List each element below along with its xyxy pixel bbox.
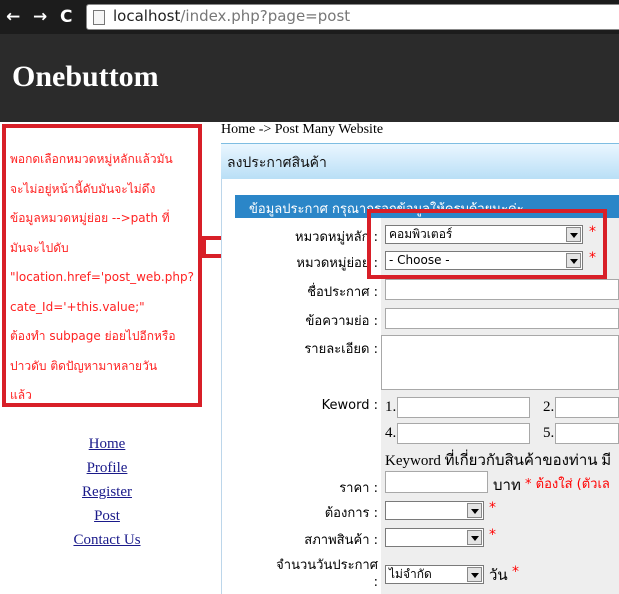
keyword-number: 2. bbox=[543, 399, 555, 415]
days-label: จำนวนวันประกาศ bbox=[276, 558, 378, 573]
required-mark: * bbox=[489, 500, 496, 516]
note-line: "location.href='post_web.php? bbox=[10, 270, 194, 284]
note-line: พอกดเลือกหมวดหมู่หลักแล้วมัน bbox=[10, 152, 173, 166]
back-button[interactable]: ← bbox=[6, 7, 20, 27]
breadcrumb: Home -> Post Many Website bbox=[221, 122, 384, 137]
keyword-input-5[interactable] bbox=[555, 423, 619, 444]
days-select[interactable]: ไม่จำกัด bbox=[385, 565, 484, 584]
address-bar[interactable]: localhost/index.php?page=post bbox=[86, 4, 619, 30]
menu-link-contact[interactable]: Contact Us bbox=[0, 528, 214, 552]
price-input[interactable] bbox=[385, 471, 488, 493]
days-value: ไม่จำกัด bbox=[389, 567, 432, 581]
chevron-down-icon bbox=[467, 530, 482, 545]
chevron-down-icon bbox=[467, 503, 482, 518]
note-line: ปาวดับ ติดปัญหามาหลายวัน bbox=[10, 358, 158, 373]
main-category-label: หมวดหมู่หลัก : bbox=[295, 230, 378, 245]
days-label-colon: : bbox=[373, 575, 378, 590]
summary-input[interactable] bbox=[385, 308, 619, 329]
keyword-label: Keword : bbox=[321, 398, 378, 413]
note-line: ต้องทำ subpage ย่อยไปอีกหรือ bbox=[10, 329, 176, 343]
panel-header: ลงประกาศสินค้า bbox=[221, 143, 619, 179]
menu-link-register[interactable]: Register bbox=[0, 480, 214, 504]
browser-toolbar: ← → C localhost/index.php?page=post bbox=[0, 0, 619, 34]
url-text: localhost/index.php?page=post bbox=[113, 7, 351, 25]
keyword-number: 4. bbox=[385, 425, 397, 441]
want-select[interactable] bbox=[385, 501, 484, 520]
note-line: ข้อมูลหมวดหมู่ย่อย -->path ที่ bbox=[10, 211, 170, 225]
price-required-note: * ต้องใส่ (ตัวเล bbox=[525, 477, 610, 492]
price-unit: บาท bbox=[493, 478, 521, 494]
note-line: มันจะไปดับ bbox=[10, 240, 69, 255]
sub-category-label: หมวดหมู่ย่อย : bbox=[296, 256, 378, 271]
detail-textarea[interactable] bbox=[381, 335, 619, 390]
note-line: cate_Id='+this.value;" bbox=[10, 299, 145, 314]
summary-label: ข้อความย่อ : bbox=[305, 314, 379, 329]
keyword-input-1[interactable] bbox=[397, 397, 530, 418]
detail-label: รายละเอียด : bbox=[304, 342, 378, 357]
condition-select[interactable] bbox=[385, 528, 484, 547]
site-header: Onebuttom bbox=[0, 34, 619, 122]
chevron-down-icon bbox=[467, 567, 482, 582]
keyword-number: 5. bbox=[543, 425, 555, 441]
menu-link-profile[interactable]: Profile bbox=[0, 456, 214, 480]
days-unit: วัน bbox=[489, 568, 508, 584]
keyword-hint: Keyword ที่เกี่ยวกับสินค้าของท่าน มี bbox=[385, 453, 612, 469]
keyword-input-4[interactable] bbox=[397, 423, 530, 444]
menu-link-post[interactable]: Post bbox=[0, 504, 214, 528]
required-mark: * bbox=[512, 564, 519, 580]
page-icon bbox=[93, 10, 105, 25]
panel-title: ลงประกาศสินค้า bbox=[227, 155, 327, 171]
required-mark: * bbox=[489, 527, 496, 543]
side-menu: Home Profile Register Post Contact Us bbox=[0, 432, 214, 552]
keyword-number: 1. bbox=[385, 399, 397, 415]
annotation-note-box: พอกดเลือกหมวดหมู่หลักแล้วมัน จะไม่อยู่หน… bbox=[2, 124, 202, 407]
site-logo[interactable]: Onebuttom bbox=[12, 60, 159, 94]
note-line: แล้ว bbox=[10, 388, 32, 402]
condition-label: สภาพสินค้า : bbox=[304, 533, 378, 548]
price-label: ราคา : bbox=[339, 481, 378, 496]
reload-button[interactable]: C bbox=[60, 7, 72, 27]
menu-link-home[interactable]: Home bbox=[0, 432, 214, 456]
keyword-input-2[interactable] bbox=[555, 397, 619, 418]
forward-button[interactable]: → bbox=[33, 7, 47, 27]
title-label: ชื่อประกาศ : bbox=[307, 285, 378, 300]
want-label: ต้องการ : bbox=[324, 506, 378, 521]
note-line: จะไม่อยู่หน้านี้ดับมันจะไม่ดึง bbox=[10, 181, 156, 196]
title-input[interactable] bbox=[385, 279, 619, 300]
annotation-highlight-frame bbox=[367, 209, 607, 279]
